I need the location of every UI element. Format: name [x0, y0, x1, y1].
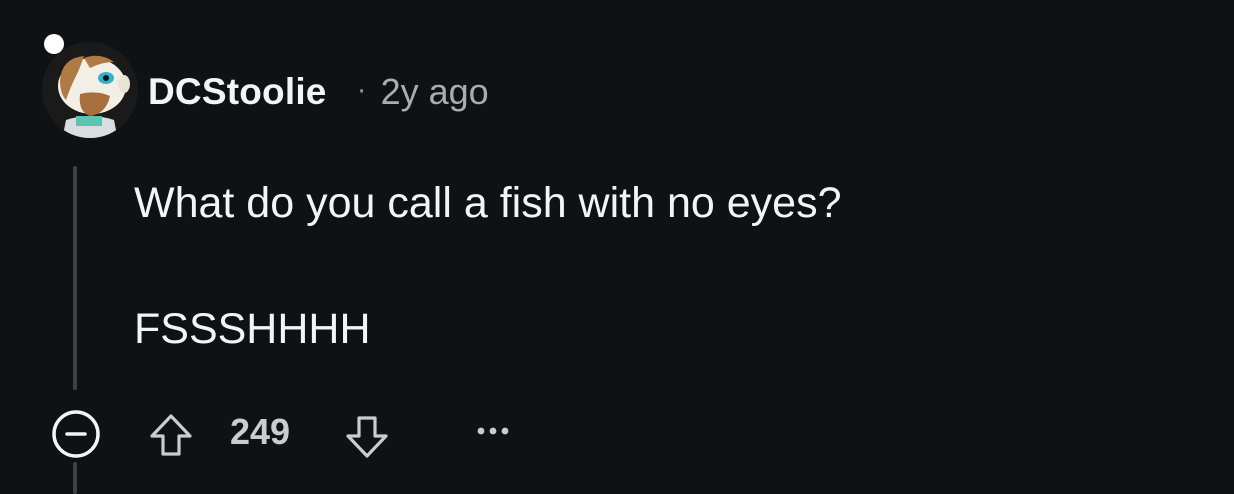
comment-body-line: FSSSHHHH: [134, 305, 371, 353]
username-link[interactable]: DCStoolie: [148, 71, 327, 113]
vote-count: 249: [230, 411, 291, 452]
upvote-arrow-icon: [150, 414, 192, 456]
collapse-minus-icon: [52, 410, 100, 458]
more-options-icon: [477, 427, 509, 435]
comment-body-line: What do you call a fish with no eyes?: [134, 179, 842, 227]
comment-actions: 249: [0, 396, 1234, 466]
comment-header: DCStoolie · 2y ago: [148, 64, 489, 120]
separator-dot: ·: [356, 73, 367, 106]
snoo-avatar-icon: [42, 34, 138, 138]
timestamp: 2y ago: [380, 71, 489, 112]
collapse-button[interactable]: [50, 408, 102, 460]
downvote-button[interactable]: [340, 408, 394, 462]
thread-line[interactable]: [73, 166, 77, 390]
downvote-arrow-icon: [346, 416, 388, 458]
more-options-button[interactable]: [470, 416, 516, 446]
avatar[interactable]: [40, 28, 140, 140]
comment: DCStoolie · 2y ago What do you call a fi…: [0, 0, 1234, 494]
upvote-button[interactable]: [146, 410, 196, 460]
thread-line-continuation[interactable]: [73, 462, 77, 494]
